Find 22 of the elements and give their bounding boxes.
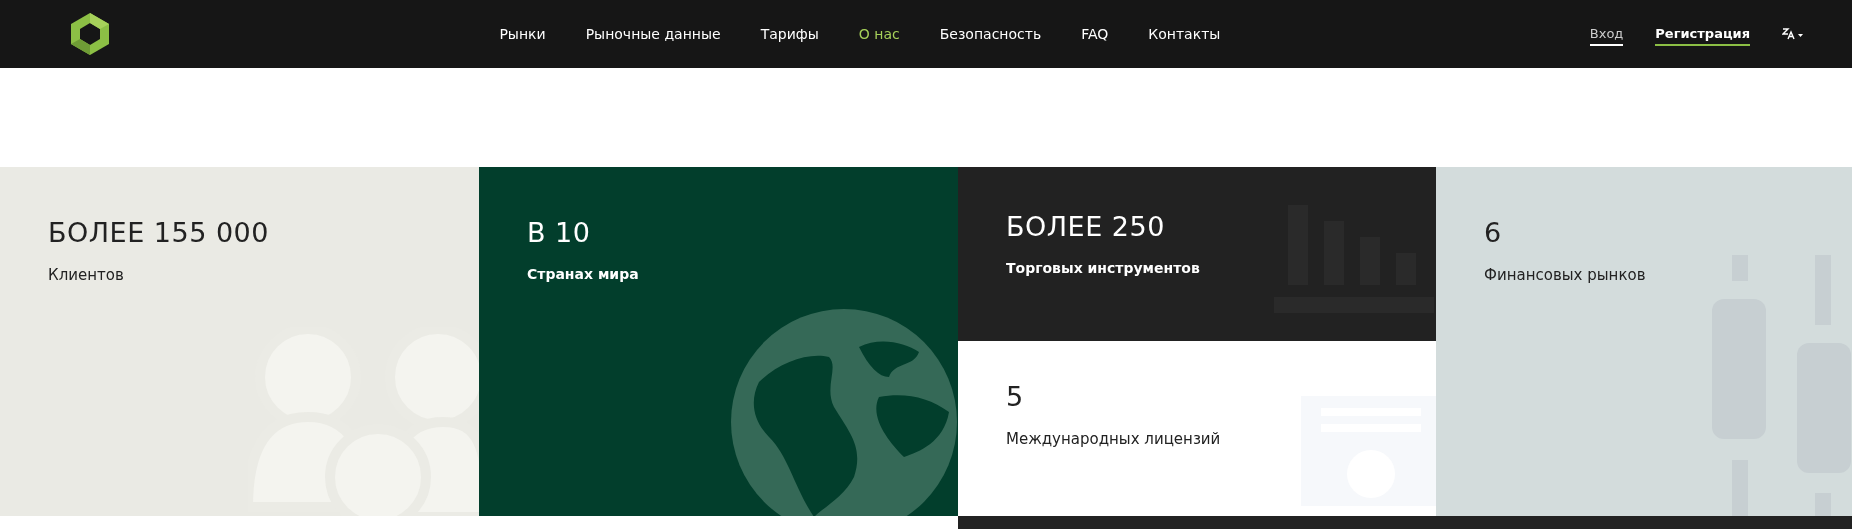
nav-link[interactable]: Контакты — [1148, 26, 1221, 42]
stat-label: Торговых инструментов — [1006, 260, 1201, 276]
stat-value: 5 — [1006, 381, 1025, 412]
nav-link[interactable]: О нас — [858, 26, 900, 42]
language-icon[interactable] — [1782, 28, 1804, 40]
login-link[interactable]: Вход — [1589, 22, 1624, 46]
hexagon-logo-icon[interactable] — [70, 12, 110, 56]
stat-label: Странах мира — [527, 266, 640, 282]
stat-label: Клиентов — [48, 266, 125, 284]
stat-value: 6 — [1484, 217, 1503, 248]
stat-value: В 10 — [527, 217, 592, 248]
register-link[interactable]: Регистрация — [1655, 22, 1750, 46]
nav-link[interactable]: Рыночные данные — [585, 26, 721, 42]
nav-link[interactable]: Безопасность — [939, 26, 1042, 42]
nav-link[interactable]: Рынки — [499, 26, 546, 42]
candlestick-chart-icon — [1712, 255, 1852, 516]
stat-value: БОЛЕЕ 155 000 — [48, 217, 270, 248]
stat-label: Финансовых рынков — [1484, 266, 1647, 284]
nav-link[interactable]: FAQ — [1081, 26, 1109, 42]
stat-value: БОЛЕЕ 250 — [1006, 211, 1166, 242]
stat-label: Международных лицензий — [1006, 430, 1222, 448]
nav-link[interactable]: Тарифы — [760, 26, 819, 42]
